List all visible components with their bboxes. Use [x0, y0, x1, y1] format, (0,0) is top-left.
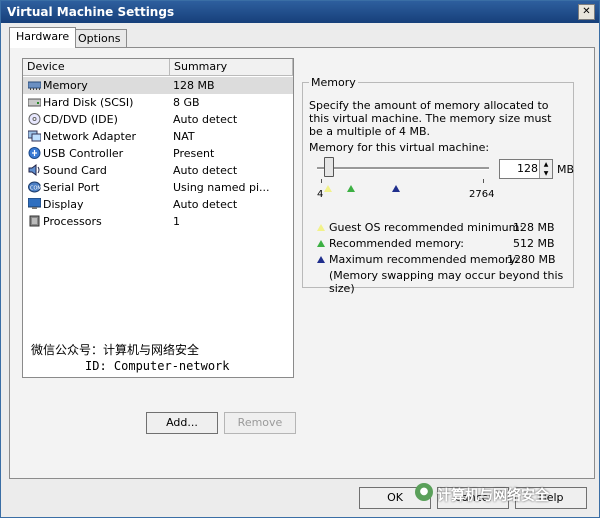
recommended-marker-icon: [346, 185, 355, 192]
legend-value: 128 MB: [513, 221, 555, 234]
memory-group: Memory Specify the amount of memory allo…: [302, 76, 575, 295]
wechat-icon: ●: [415, 483, 433, 501]
remove-button[interactable]: Remove: [224, 412, 296, 434]
legend-value: 512 MB: [513, 237, 555, 250]
spinner-arrows[interactable]: ▲ ▼: [539, 160, 552, 178]
device-summary: Auto detect: [173, 113, 238, 126]
swap-note: (Memory swapping may occur beyond this s…: [329, 269, 564, 295]
watermark-line-2: ID: Computer-network: [85, 359, 230, 373]
device-list[interactable]: Device Summary Memory 128 MB Hard Disk (…: [22, 58, 294, 378]
legend-value: 1280 MB: [507, 253, 556, 266]
device-row-processors[interactable]: Processors 1: [23, 213, 293, 230]
device-name: Network Adapter: [43, 130, 137, 143]
yellow-triangle-icon: [317, 224, 325, 231]
slider-max-label: 2764: [469, 189, 495, 200]
device-row-network-adapter[interactable]: Network Adapter NAT: [23, 128, 293, 145]
vm-settings-window: Virtual Machine Settings ✕ Hardware Opti…: [0, 0, 600, 518]
device-row-display[interactable]: Display Auto detect: [23, 196, 293, 213]
device-summary: 1: [173, 215, 180, 228]
column-header-device[interactable]: Device: [23, 59, 170, 75]
memory-slider-track[interactable]: [317, 167, 489, 170]
memory-value-input[interactable]: 128: [517, 160, 538, 178]
legend-label: Maximum recommended memory:: [329, 253, 519, 266]
network-adapter-icon: [27, 130, 42, 142]
memory-icon: [27, 79, 42, 91]
green-triangle-icon: [317, 240, 325, 247]
add-button[interactable]: Add...: [146, 412, 218, 434]
svg-text:COM: COM: [30, 186, 41, 192]
list-header: Device Summary: [23, 59, 293, 76]
slider-tick-max: [483, 179, 484, 183]
device-name: Processors: [43, 215, 102, 228]
bottom-watermark: 计算机与网络安全: [437, 488, 549, 504]
legend-guest-min: Guest OS recommended minimum: 128 MB: [317, 221, 563, 235]
processor-icon: [28, 215, 41, 227]
memory-field-label: Memory for this virtual machine:: [309, 141, 490, 154]
device-summary: NAT: [173, 130, 195, 143]
device-name: Hard Disk (SCSI): [43, 96, 134, 109]
device-name: Sound Card: [43, 164, 107, 177]
sound-card-icon: [28, 164, 41, 176]
tab-hardware[interactable]: Hardware: [9, 27, 77, 48]
device-name: Display: [43, 198, 84, 211]
usb-icon: [28, 147, 41, 159]
memory-unit: MB: [557, 163, 575, 176]
device-summary: Present: [173, 147, 215, 160]
watermark-line-1: 微信公众号：计算机与网络安全: [31, 343, 200, 357]
slider-tick-min: [321, 179, 322, 183]
title-bar: Virtual Machine Settings ✕: [1, 1, 599, 23]
device-summary: Using named pi...: [173, 181, 270, 194]
device-name: Serial Port: [43, 181, 100, 194]
device-row-serial-port[interactable]: COM Serial Port Using named pi...: [23, 179, 293, 196]
device-row-usb-controller[interactable]: USB Controller Present: [23, 145, 293, 162]
device-row-memory[interactable]: Memory 128 MB: [23, 77, 293, 94]
cd-dvd-icon: [28, 113, 41, 125]
memory-slider-thumb[interactable]: [324, 157, 335, 177]
display-icon: [27, 197, 42, 210]
device-summary: Auto detect: [173, 164, 238, 177]
hard-disk-icon: [27, 96, 42, 108]
dialog-body: Hardware Options Device Summary Memory 1…: [1, 23, 599, 517]
maximum-marker-icon: [391, 185, 400, 192]
device-row-hard-disk[interactable]: Hard Disk (SCSI) 8 GB: [23, 94, 293, 111]
serial-port-icon: COM: [28, 181, 42, 193]
device-row-cd-dvd[interactable]: CD/DVD (IDE) Auto detect: [23, 111, 293, 128]
device-name: Memory: [43, 79, 88, 92]
memory-description: Specify the amount of memory allocated t…: [309, 99, 552, 138]
hardware-panel: Device Summary Memory 128 MB Hard Disk (…: [9, 47, 595, 479]
guest-min-marker-icon: [324, 185, 333, 192]
device-row-sound-card[interactable]: Sound Card Auto detect: [23, 162, 293, 179]
window-title: Virtual Machine Settings: [7, 5, 175, 19]
legend-label: Guest OS recommended minimum:: [329, 221, 524, 234]
device-summary: 128 MB: [173, 79, 215, 92]
column-header-summary[interactable]: Summary: [170, 59, 293, 75]
blue-triangle-icon: [317, 256, 325, 263]
tab-options[interactable]: Options: [71, 29, 128, 48]
legend-label: Recommended memory:: [329, 237, 464, 250]
legend-recommended: Recommended memory: 512 MB: [317, 237, 563, 251]
memory-value-spinner[interactable]: 128 ▲ ▼: [499, 159, 553, 179]
slider-min-label: 4: [317, 189, 324, 200]
device-name: CD/DVD (IDE): [43, 113, 118, 126]
legend-maximum: Maximum recommended memory: 1280 MB: [317, 253, 563, 267]
device-summary: Auto detect: [173, 198, 238, 211]
close-button[interactable]: ✕: [578, 4, 595, 20]
device-summary: 8 GB: [173, 96, 200, 109]
memory-group-label: Memory: [309, 76, 358, 89]
device-name: USB Controller: [43, 147, 124, 160]
